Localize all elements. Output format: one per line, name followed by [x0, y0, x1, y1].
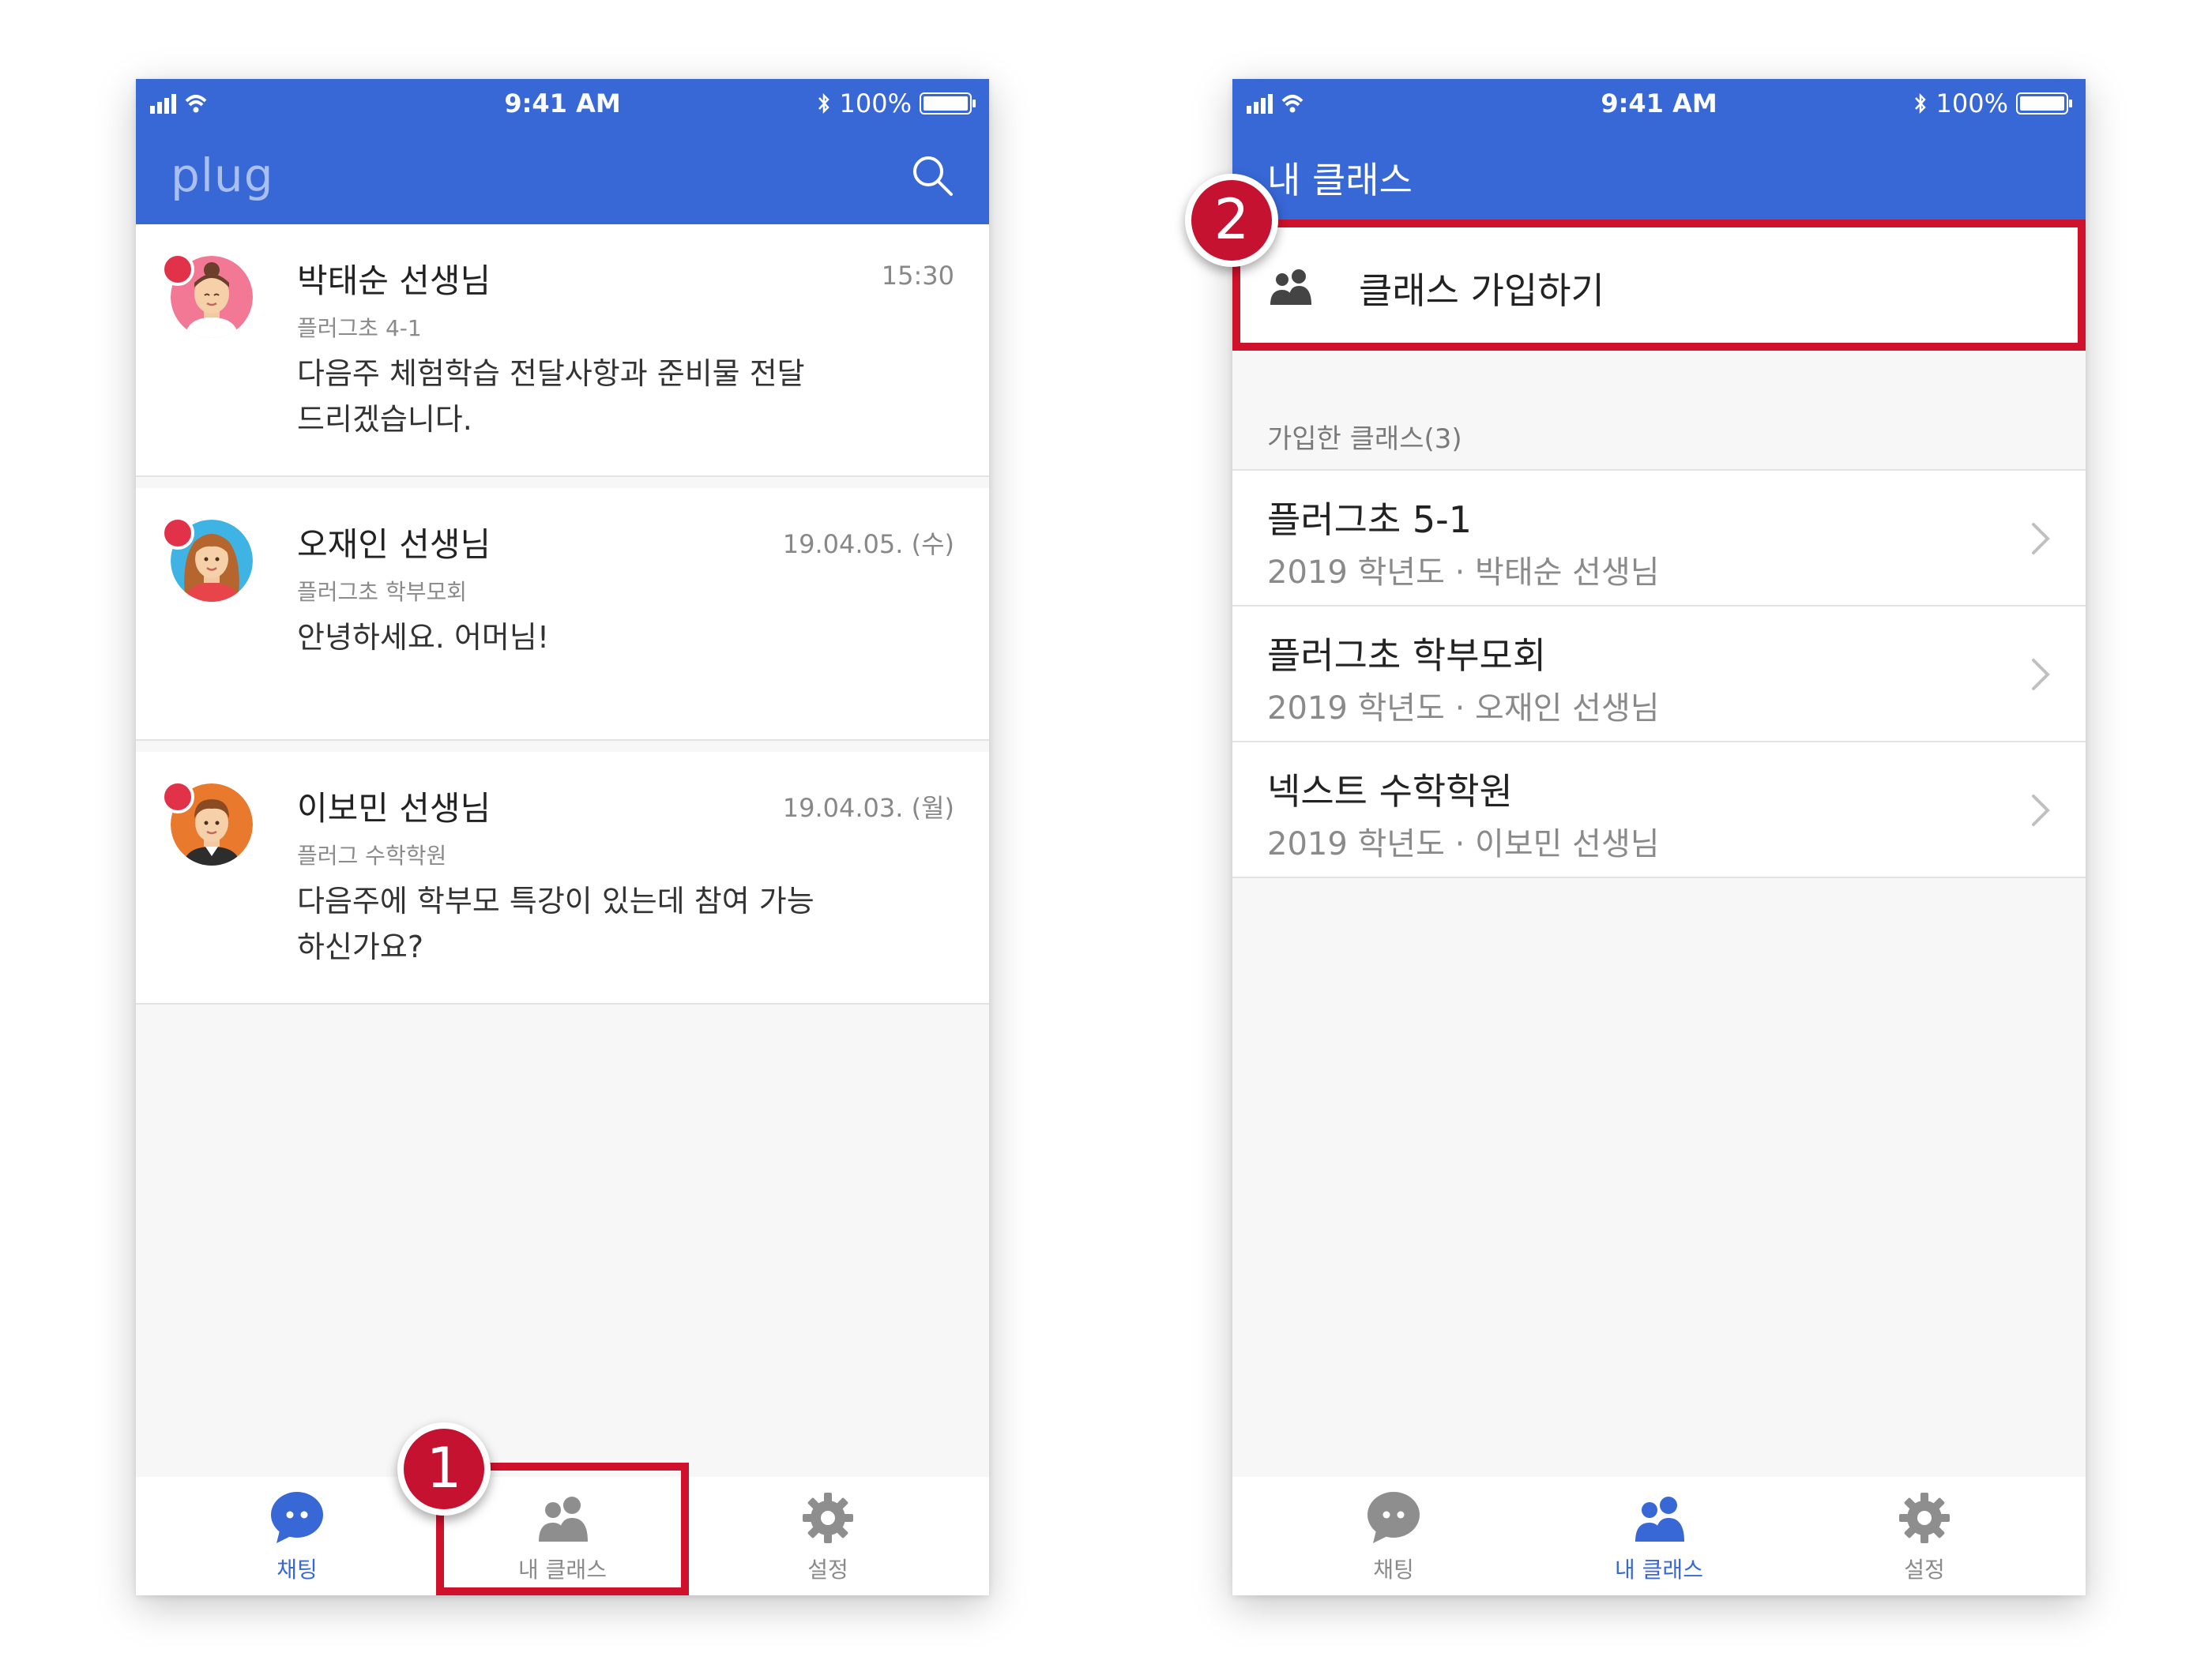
- tab-chat[interactable]: 채팅: [218, 1490, 376, 1584]
- chat-message: 다음주에 학부모 특강이 있는데 참여 가능 하신가요?: [297, 878, 834, 970]
- status-bar: 9:41 AM 100%: [1232, 79, 2086, 128]
- chat-class: 플러그초 학부모회: [297, 579, 467, 605]
- class-name: 플러그초 5-1: [1267, 498, 1473, 541]
- battery-percent: 100%: [1936, 88, 2008, 118]
- chat-time: 15:30: [881, 261, 954, 291]
- class-subtitle: 2019 학년도 · 오재인 선생님: [1267, 690, 1660, 727]
- gear-icon: [803, 1493, 853, 1543]
- tab-label: 채팅: [276, 1557, 318, 1583]
- chevron-right-icon: [2032, 523, 2050, 554]
- class-list: 플러그초 5-1 2019 학년도 · 박태순 선생님 플러그초 학부모회 20…: [1232, 469, 2086, 878]
- class-subtitle: 2019 학년도 · 이보민 선생님: [1267, 826, 1660, 862]
- chat-name: 이보민 선생님: [297, 789, 491, 828]
- bluetooth-icon: [1914, 92, 1926, 115]
- battery-percent: 100%: [839, 88, 912, 118]
- tab-settings[interactable]: 설정: [1845, 1490, 2003, 1584]
- chat-message-line: 드리겠습니다.: [297, 402, 472, 437]
- tab-label: 채팅: [1373, 1557, 1414, 1583]
- chat-list-item[interactable]: 박태순 선생님 15:30 플러그초 4-1 다음주 체험학습 전달사항과 준비…: [136, 224, 989, 477]
- chat-time: 19.04.05. (수): [782, 529, 954, 559]
- joined-classes-header: 가입한 클래스(3): [1267, 423, 1462, 455]
- chat-message: 안녕하세요. 어머님!: [297, 614, 834, 660]
- class-list-item[interactable]: 넥스트 수학학원 2019 학년도 · 이보민 선생님: [1232, 742, 2086, 878]
- tab-label: 설정: [807, 1557, 848, 1583]
- tab-my-class[interactable]: 내 클래스: [1580, 1490, 1738, 1584]
- chat-message-line: 다음주에 학부모 특강이 있는데 참여 가능: [297, 884, 814, 919]
- step-1-badge: 1: [397, 1422, 491, 1516]
- tab-label: 설정: [1904, 1557, 1945, 1583]
- highlight-box-join-class: [1232, 220, 2086, 351]
- class-list-item[interactable]: 플러그초 학부모회 2019 학년도 · 오재인 선생님: [1232, 607, 2086, 742]
- chat-message-line: 하신가요?: [297, 930, 424, 964]
- chat-message-line: 안녕하세요. 어머님!: [297, 620, 550, 655]
- unread-dot: [161, 780, 194, 813]
- chat-name: 박태순 선생님: [297, 261, 491, 300]
- class-name: 플러그초 학부모회: [1267, 634, 1547, 677]
- tab-settings[interactable]: 설정: [749, 1490, 907, 1584]
- chat-screen: 9:41 AM 100% plug 박태순 선생님 15:30 플러그초 4-1…: [136, 79, 989, 1595]
- tab-chat[interactable]: 채팅: [1315, 1490, 1473, 1584]
- gear-icon: [1899, 1493, 1950, 1543]
- chevron-right-icon: [2032, 659, 2050, 690]
- chat-bubble-icon: [271, 1492, 323, 1543]
- status-bar: 9:41 AM 100%: [136, 79, 989, 128]
- chevron-right-icon: [2032, 795, 2050, 826]
- chat-message: 다음주 체험학습 전달사항과 준비물 전달 드리겠습니다.: [297, 351, 834, 442]
- people-icon: [1635, 1497, 1684, 1542]
- plug-logo: plug: [171, 148, 274, 202]
- class-name: 넥스트 수학학원: [1267, 770, 1513, 813]
- bluetooth-icon: [818, 92, 830, 115]
- chat-time: 19.04.03. (월): [782, 793, 954, 823]
- unread-dot: [161, 517, 194, 550]
- chat-name: 오재인 선생님: [297, 525, 491, 564]
- chat-bubble-icon: [1367, 1492, 1420, 1543]
- unread-dot: [161, 253, 194, 286]
- tab-label: 내 클래스: [1615, 1557, 1703, 1583]
- chat-message-line: 다음주 체험학습 전달사항과 준비물 전달: [297, 356, 805, 391]
- app-header: plug: [136, 128, 989, 224]
- battery-icon: [2016, 92, 2072, 115]
- class-subtitle: 2019 학년도 · 박태순 선생님: [1267, 554, 1660, 591]
- search-icon[interactable]: [908, 152, 956, 199]
- chat-list-item[interactable]: 이보민 선생님 19.04.03. (월) 플러그 수학학원 다음주에 학부모 …: [136, 752, 989, 1005]
- app-header: 내 클래스: [1232, 128, 2086, 224]
- chat-class: 플러그초 4-1: [297, 315, 422, 341]
- step-2-badge: 2: [1185, 174, 1278, 267]
- chat-list-item[interactable]: 오재인 선생님 19.04.05. (수) 플러그초 학부모회 안녕하세요. 어…: [136, 488, 989, 741]
- chat-class: 플러그 수학학원: [297, 843, 447, 869]
- battery-icon: [920, 92, 976, 115]
- chat-list: 박태순 선생님 15:30 플러그초 4-1 다음주 체험학습 전달사항과 준비…: [136, 224, 989, 1016]
- class-list-item[interactable]: 플러그초 5-1 2019 학년도 · 박태순 선생님: [1232, 471, 2086, 607]
- bottom-tab-bar: 채팅 내 클래스 설정: [1232, 1477, 2086, 1595]
- page-title: 내 클래스: [1267, 159, 1413, 201]
